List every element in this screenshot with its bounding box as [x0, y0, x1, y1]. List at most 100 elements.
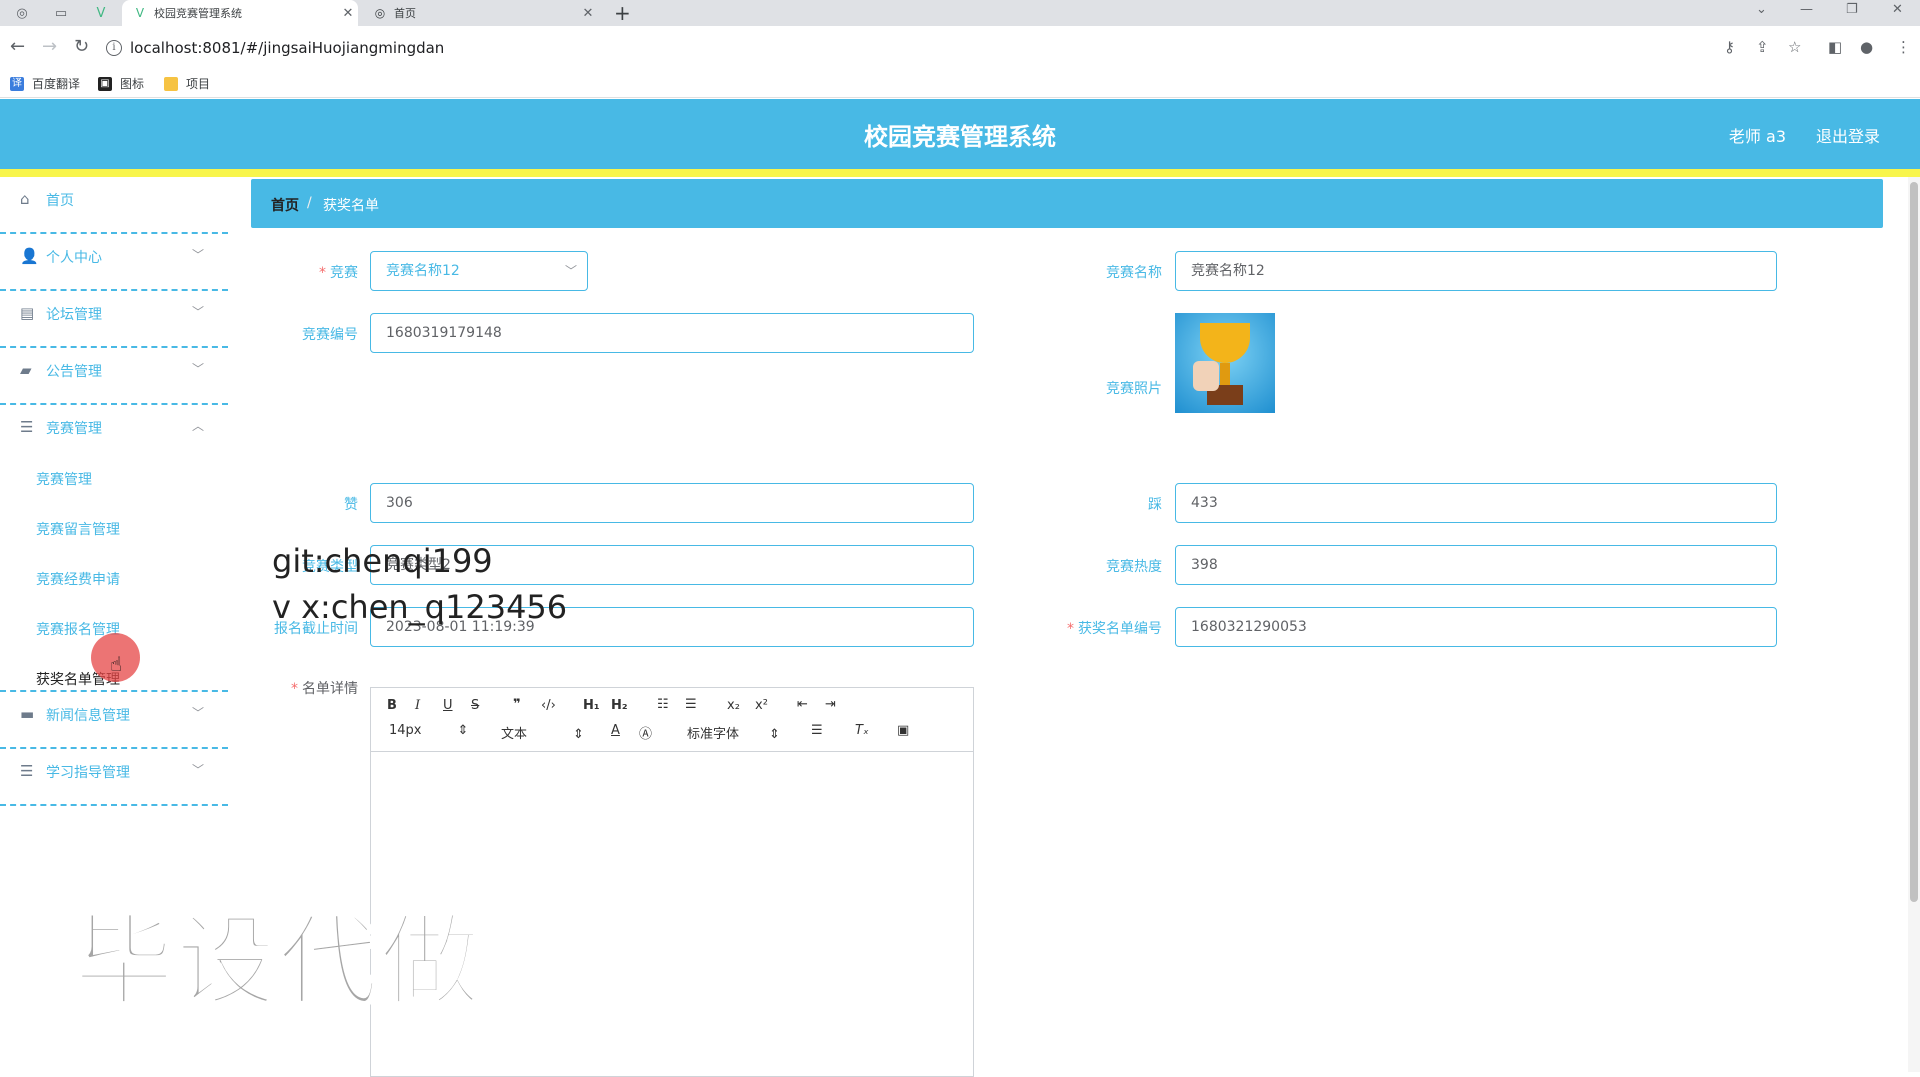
tab-system[interactable]: V 校园竞赛管理系统 ✕ — [122, 0, 358, 26]
number-field[interactable]: 1680319179148 — [370, 313, 974, 353]
likes-label: 赞 — [344, 497, 358, 513]
indent-icon[interactable]: ⇥ — [825, 697, 836, 712]
watermark-line2: v x:chen_q123456 — [272, 588, 568, 626]
sidebar-item-home[interactable]: ⌂ 首页 — [0, 177, 228, 234]
minimize-icon[interactable]: — — [1800, 2, 1813, 17]
h2-icon[interactable]: H₂ — [611, 698, 628, 713]
current-user: 老师 a3 — [1728, 127, 1786, 146]
chevron-down-icon[interactable]: ⌄ — [1756, 2, 1767, 17]
forward-icon[interactable]: → — [42, 36, 57, 57]
clear-format-icon[interactable]: Tₓ — [855, 723, 869, 738]
text-type-select[interactable]: 文本 ⇕ — [501, 723, 584, 742]
briefcase-icon: ▰ — [20, 361, 32, 379]
chevron-down-icon: ﹀ — [191, 706, 204, 720]
bookmark-project[interactable]: 项目 — [164, 75, 210, 92]
heat-label: 竞赛热度 — [1106, 559, 1162, 575]
background-color-icon[interactable]: Ⓐ — [639, 723, 652, 742]
list-icon: ☰ — [20, 418, 34, 436]
sidebar-item-profile[interactable]: 👤 个人中心 ﹀ — [0, 234, 228, 291]
chevron-up-icon: ︿ — [191, 419, 204, 433]
competition-select[interactable]: 竞赛名称12 ﹀ — [370, 251, 588, 291]
app-title: 校园竞赛管理系统 — [864, 123, 1056, 151]
heat-field[interactable]: 398 — [1175, 545, 1777, 585]
list-icon: ☰ — [20, 762, 34, 780]
editor-toolbar: B I U S ❞ ‹/› H₁ H₂ ☷ ☰ x₂ x² ⇤ ⇥ 14px ⇕ … — [371, 688, 973, 752]
blockquote-icon[interactable]: ❞ — [513, 697, 521, 712]
logout-button[interactable]: 退出登录 — [1816, 123, 1880, 147]
back-icon[interactable]: ← — [10, 36, 25, 57]
dislikes-label: 踩 — [1148, 497, 1162, 513]
reload-icon[interactable]: ↻ — [74, 36, 89, 57]
number-label: 竞赛编号 — [302, 327, 358, 343]
font-color-icon[interactable]: A — [611, 723, 620, 738]
breadcrumb: 首页 / 获奖名单 — [251, 179, 1883, 228]
bold-icon[interactable]: B — [387, 698, 397, 713]
code-icon[interactable]: ‹/› — [541, 698, 556, 713]
vue-icon[interactable]: V — [92, 4, 110, 22]
new-tab-button[interactable]: + — [614, 1, 631, 25]
translate-icon: 译 — [10, 76, 24, 91]
subitem-funding[interactable]: 竞赛经费申请 — [36, 569, 120, 589]
outdent-icon[interactable]: ⇤ — [797, 697, 808, 712]
browser-tabbar: ◎ ▭ V V 校园竞赛管理系统 ✕ ◎ 首页 ✕ + ⌄ — ❐ ✕ — [0, 0, 1920, 26]
star-icon[interactable]: ☆ — [1788, 38, 1801, 56]
font-size-select[interactable]: 14px ⇕ — [389, 723, 468, 738]
superscript-icon[interactable]: x² — [755, 698, 768, 713]
app-header: 校园竞赛管理系统 老师 a3 退出登录 — [0, 99, 1920, 169]
key-icon[interactable]: ⚷ — [1724, 38, 1735, 56]
photo-label: 竞赛照片 — [1106, 381, 1162, 397]
image-icon[interactable]: ▣ — [897, 723, 909, 738]
profile-icon[interactable]: ● — [1860, 38, 1873, 56]
competition-label: * 竞赛 — [319, 265, 358, 281]
url-field[interactable]: i localhost:8081/#/jingsaiHuojiangmingda… — [106, 32, 1406, 64]
image-icon: ▣ — [98, 76, 112, 91]
chevron-down-icon: ﹀ — [191, 763, 204, 777]
menu-icon[interactable]: ⋮ — [1896, 38, 1911, 56]
close-icon[interactable]: ✕ — [338, 6, 358, 21]
details-label: * 名单详情 — [291, 681, 358, 697]
folder-icon — [164, 76, 178, 91]
promo-watermark: 毕设代做 — [73, 902, 482, 1022]
hand-cursor-icon: ☝ — [110, 652, 123, 676]
breadcrumb-home[interactable]: 首页 — [271, 195, 299, 215]
close-icon[interactable]: ✕ — [578, 6, 598, 21]
bookmark-translate[interactable]: 译 百度翻译 — [10, 75, 80, 92]
bullet-list-icon[interactable]: ☰ — [685, 697, 697, 712]
chevron-down-icon: ﹀ — [191, 305, 204, 319]
subscript-icon[interactable]: x₂ — [727, 698, 740, 713]
globe-icon[interactable]: ◎ — [13, 4, 31, 22]
sidebar-item-study[interactable]: ☰ 学习指导管理 ﹀ — [0, 749, 228, 806]
likes-field[interactable]: 306 — [370, 483, 974, 523]
dislikes-field[interactable]: 433 — [1175, 483, 1777, 523]
restore-icon[interactable]: ❐ — [1846, 2, 1858, 17]
sidepanel-icon[interactable]: ◧ — [1828, 38, 1842, 56]
info-icon[interactable]: i — [106, 40, 122, 56]
tab-home[interactable]: ◎ 首页 ✕ — [362, 0, 598, 26]
align-icon[interactable]: ☰ — [811, 723, 823, 738]
sidebar-item-news[interactable]: ▬ 新闻信息管理 ﹀ — [0, 692, 228, 749]
share-icon[interactable]: ⇪ — [1756, 38, 1769, 56]
sidebar-item-notice[interactable]: ▰ 公告管理 ﹀ — [0, 348, 228, 405]
italic-icon[interactable]: I — [415, 698, 420, 713]
underline-icon[interactable]: U — [443, 698, 453, 713]
font-family-select[interactable]: 标准字体 ⇕ — [687, 723, 780, 742]
bookmarks-bar: 译 百度翻译 ▣ 图标 项目 — [0, 70, 1920, 98]
close-window-icon[interactable]: ✕ — [1892, 2, 1903, 17]
scrollbar-thumb[interactable] — [1910, 182, 1918, 902]
chevron-down-icon: ﹀ — [191, 248, 204, 262]
ordered-list-icon[interactable]: ☷ — [657, 697, 669, 712]
h1-icon[interactable]: H₁ — [583, 698, 600, 713]
award-number-field[interactable]: 1680321290053 — [1175, 607, 1777, 647]
trophy-stem — [1220, 363, 1230, 385]
sidebar-item-forum[interactable]: ▤ 论坛管理 ﹀ — [0, 291, 228, 348]
name-field[interactable]: 竞赛名称12 — [1175, 251, 1777, 291]
chat-icon: ▬ — [20, 705, 35, 723]
strike-icon[interactable]: S — [471, 698, 479, 713]
blank-tab-icon[interactable]: ▭ — [52, 4, 70, 22]
subitem-comments[interactable]: 竞赛留言管理 — [36, 519, 120, 539]
subitem-competition[interactable]: 竞赛管理 — [36, 469, 92, 489]
hand-shape — [1193, 361, 1219, 391]
home-icon: ⌂ — [20, 190, 30, 208]
chevron-down-icon: ﹀ — [191, 362, 204, 376]
bookmark-icons[interactable]: ▣ 图标 — [98, 75, 144, 92]
